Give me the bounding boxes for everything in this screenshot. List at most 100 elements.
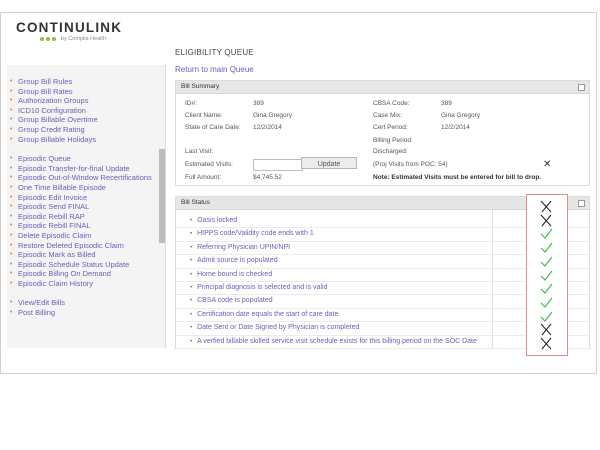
sidebar-item[interactable]: • Authorization Groups	[10, 96, 160, 106]
sidebar-item[interactable]: • Episodic Out-of-Window Recertifications	[10, 173, 160, 183]
bullet-icon: •	[190, 271, 193, 278]
sidebar-item-label: Episodic Mark as Billed	[18, 250, 96, 260]
status-result-column	[526, 194, 568, 356]
sidebar-item-label: Episodic Send FINAL	[18, 202, 90, 212]
full-amount-value: $4,745.52	[253, 174, 282, 181]
status-item[interactable]: • HIPPS code/Validity code ends with 1	[190, 230, 314, 237]
status-item-label: Certification date equals the start of c…	[197, 310, 339, 318]
sidebar-item[interactable]: • One Time Billable Episode	[10, 183, 160, 193]
sidebar-nav: • Group Bill Rules • Group Bill Rates • Autho…	[10, 77, 160, 328]
bullet-icon: •	[10, 155, 13, 163]
check-icon	[540, 229, 553, 240]
status-item[interactable]: • A verfied billable skilled service visi…	[190, 338, 477, 345]
sidebar-item-label: Episodic Billing On Demand	[18, 269, 111, 279]
status-item[interactable]: • Certification date equals the start of …	[190, 311, 338, 318]
bill-status-title: Bill Status	[181, 199, 210, 206]
collapse-box-icon[interactable]	[578, 200, 585, 207]
sidebar-item[interactable]: • Delete Episodic Claim	[10, 231, 160, 241]
sidebar-item[interactable]: • Group Billable Overtime	[10, 115, 160, 125]
bullet-icon: •	[10, 183, 13, 191]
bullet-icon: •	[10, 106, 13, 114]
sidebar-item[interactable]: • Episodic Claim History	[10, 279, 160, 289]
case-mix-label: Case Mix:	[373, 112, 402, 119]
id-value: 389	[253, 100, 264, 107]
sidebar-item[interactable]: • Episodic Schedule Status Update	[10, 260, 160, 270]
sidebar-item[interactable]: • Episodic Mark as Billed	[10, 250, 160, 260]
sidebar-item-label: Delete Episodic Claim	[18, 230, 92, 240]
bill-summary-panel: Bill Summary ID#: 389 Client Name: Gina …	[175, 80, 590, 186]
status-item[interactable]: • Oasis locked	[190, 217, 237, 224]
sidebar-item[interactable]: • Episodic Rebill RAP	[10, 212, 160, 222]
status-item[interactable]: • Principal diagnosis is selected and is …	[190, 284, 327, 291]
bullet-icon: •	[10, 279, 13, 287]
id-label: ID#:	[185, 100, 197, 107]
return-to-queue-link[interactable]: Return to main Queue	[175, 65, 254, 74]
estimated-visits-label: Estimated Visits:	[185, 161, 233, 168]
x-icon	[540, 323, 552, 336]
sidebar-item[interactable]: • Group Bill Rates	[10, 87, 160, 97]
sidebar-scrollbar[interactable]	[159, 149, 165, 243]
bullet-icon: •	[10, 222, 13, 230]
sidebar-item[interactable]: • Group Billable Holidays	[10, 135, 160, 145]
sidebar-item[interactable]: • View/Edit Bills	[10, 298, 160, 308]
sidebar-item[interactable]: • Episodic Transfer-for-final Update	[10, 164, 160, 174]
status-item-label: CBSA code is populated	[197, 297, 273, 305]
sidebar-item-label: Group Billable Holidays	[18, 134, 96, 144]
logo-dot-icon	[46, 37, 50, 41]
sidebar-item[interactable]: • Post Billing	[10, 308, 160, 318]
sidebar-item[interactable]: • Group Credit Rating	[10, 125, 160, 135]
bullet-icon: •	[10, 241, 13, 249]
collapse-box-icon[interactable]	[578, 84, 585, 91]
bullet-icon: •	[10, 174, 13, 182]
status-item[interactable]: • Admit source is populated	[190, 257, 278, 264]
status-item-label: Home bound is checked	[197, 270, 273, 278]
sidebar-item[interactable]: • Episodic Billing On Demand	[10, 269, 160, 279]
sidebar-item-label: One Time Billable Episode	[18, 182, 106, 192]
estimated-visits-note: Note: Estimated Visits must be entered f…	[373, 174, 542, 181]
sidebar-group: • Episodic Queue • Episodic Transfer-for-fi…	[10, 154, 160, 288]
bullet-icon: •	[10, 270, 13, 278]
status-item[interactable]: • Date Sent or Date Signed by Physician i…	[190, 324, 359, 331]
bullet-icon: •	[10, 193, 13, 201]
check-icon	[540, 297, 553, 308]
sidebar-item[interactable]: • Episodic Rebill FINAL	[10, 221, 160, 231]
status-item[interactable]: • Referring Physician UPIN/NPI	[190, 244, 290, 251]
x-icon	[540, 200, 552, 213]
sidebar-item-label: Authorization Groups	[18, 96, 89, 106]
bullet-icon: •	[10, 212, 13, 220]
sidebar-item[interactable]: • Episodic Queue	[10, 154, 160, 164]
status-item[interactable]: • CBSA code is populated	[190, 297, 273, 304]
brand-logo: CONTINULINK by Complia Health	[16, 20, 122, 42]
sidebar-group: • Group Bill Rules • Group Bill Rates • Autho…	[10, 77, 160, 144]
sidebar-item-label: Episodic Edit Invoice	[18, 192, 88, 202]
sidebar-item-label: Episodic Rebill RAP	[18, 211, 85, 221]
sidebar-item[interactable]: • Restore Deleted Episodic Claim	[10, 241, 160, 251]
cbsa-value: 389	[441, 100, 452, 107]
bullet-icon: •	[190, 218, 193, 224]
discharged-label: Discharged:	[373, 148, 408, 155]
page-title: ELIGIBILITY QUEUE	[175, 48, 254, 57]
bullet-icon: •	[190, 338, 193, 345]
bullet-icon: •	[10, 125, 13, 133]
sidebar-item-label: Episodic Claim History	[18, 278, 94, 288]
status-item[interactable]: • Home bound is checked	[190, 271, 272, 278]
logo-dot-icon	[40, 37, 44, 41]
update-button[interactable]: Update	[301, 157, 357, 169]
bill-summary-title: Bill Summary	[181, 83, 220, 90]
sidebar: • Group Bill Rules • Group Bill Rates • Autho…	[7, 65, 166, 348]
last-visit-label: Last Visit:	[185, 148, 214, 155]
sidebar-item-label: Group Bill Rules	[18, 77, 73, 86]
soc-date-label: State of Care Date:	[185, 124, 241, 131]
sidebar-item[interactable]: • Episodic Send FINAL	[10, 202, 160, 212]
cert-period-value: 12/2/2014	[441, 124, 470, 131]
estimated-visits-input[interactable]	[253, 159, 303, 171]
soc-date-value: 12/2/2014	[253, 124, 282, 131]
main-header: ELIGIBILITY QUEUE Return to main Queue	[175, 48, 595, 77]
sidebar-item[interactable]: • Group Bill Rules	[10, 77, 160, 87]
sidebar-item-label: Episodic Rebill FINAL	[18, 221, 91, 231]
sidebar-group: • View/Edit Bills • Post Billing	[10, 298, 160, 317]
sidebar-item[interactable]: • ICD10 Configuration	[10, 106, 160, 116]
sidebar-item[interactable]: • Episodic Edit Invoice	[10, 193, 160, 203]
check-icon	[540, 242, 553, 253]
case-mix-value: Gina Gregory	[441, 112, 481, 119]
